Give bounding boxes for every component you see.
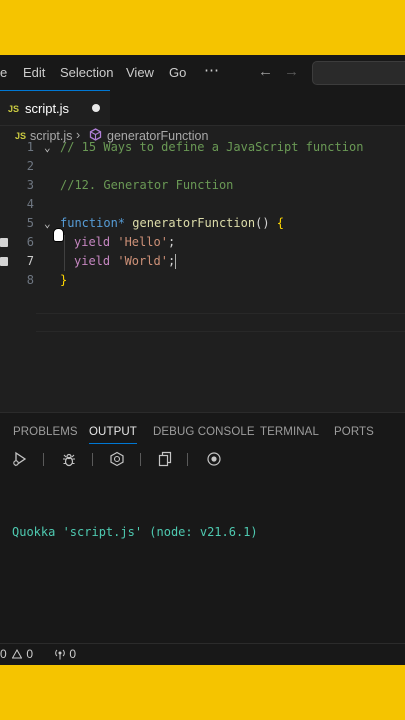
errors-indicator[interactable]: 0 0	[0, 647, 33, 661]
code-comment: // 15 Ways to define a JavaScript functi…	[60, 140, 364, 154]
vscode-window: e Edit Selection View Go ⋯ ← → JS script…	[0, 55, 405, 665]
code-editor[interactable]: 1 ⌄ // 15 Ways to define a JavaScript fu…	[0, 140, 405, 405]
mouse-pointer-icon	[53, 228, 64, 242]
line-number: 7	[26, 254, 34, 268]
unsaved-dot-icon[interactable]	[92, 104, 100, 112]
fold-chevron-icon[interactable]: ⌄	[44, 214, 51, 233]
tab-problems[interactable]: PROBLEMS	[13, 426, 78, 438]
status-bar: 0 0 0	[0, 643, 405, 665]
code-line[interactable]: 3 //12. Generator Function	[0, 176, 405, 195]
indent-guide	[64, 235, 65, 271]
title-bar: e Edit Selection View Go ⋯ ← →	[0, 55, 405, 90]
warning-count: 0	[26, 647, 34, 661]
code-line[interactable]: 4	[0, 195, 405, 214]
code-comment: //12. Generator Function	[60, 178, 234, 192]
line-number: 2	[26, 159, 34, 173]
close-brace: }	[60, 273, 68, 287]
editor-tab-bar: JS script.js	[0, 90, 405, 126]
ports-indicator[interactable]: 0	[54, 647, 76, 661]
text-cursor	[175, 254, 177, 269]
bottom-panel: PROBLEMS OUTPUT DEBUG CONSOLE TERMINAL P…	[0, 412, 405, 648]
parens: ()	[255, 216, 270, 230]
string-literal: 'Hello'	[117, 235, 168, 249]
toolbar-divider	[92, 453, 93, 466]
output-text: Quokka 'script.js' (node: v21.6.1)	[12, 525, 258, 539]
copy-icon[interactable]	[157, 451, 173, 470]
code-line[interactable]: 7 yield 'World';	[0, 252, 405, 271]
menu-edit[interactable]: Edit	[23, 65, 45, 80]
javascript-file-icon: JS	[8, 104, 20, 114]
tab-script-js[interactable]: JS script.js	[0, 90, 110, 125]
code-text: function* generatorFunction() {	[60, 214, 284, 233]
menu-selection[interactable]: Selection	[60, 65, 113, 80]
more-menu-icon[interactable]: ⋯	[204, 61, 219, 79]
line-number: 1	[26, 140, 34, 154]
tab-ports[interactable]: PORTS	[334, 426, 374, 438]
bug-icon[interactable]	[61, 451, 77, 470]
code-line[interactable]: 2	[0, 157, 405, 176]
keyword-function: function*	[60, 216, 126, 230]
menu-go[interactable]: Go	[169, 65, 186, 80]
function-name: generatorFunction	[132, 216, 256, 230]
tab-terminal[interactable]: TERMINAL	[260, 426, 319, 438]
keyword-yield: yield	[74, 235, 111, 249]
toolbar-divider	[43, 453, 44, 466]
run-debug-icon[interactable]	[12, 451, 28, 470]
ports-count: 0	[69, 647, 77, 661]
command-center-search[interactable]	[312, 61, 405, 85]
tab-debug-console[interactable]: DEBUG CONSOLE	[153, 426, 255, 438]
code-text: yield 'Hello';	[74, 233, 175, 252]
string-literal: 'World'	[117, 254, 168, 268]
toolbar-divider	[187, 453, 188, 466]
code-text: yield 'World';	[74, 252, 177, 271]
semicolon: ;	[167, 254, 176, 268]
line-number: 8	[26, 273, 34, 287]
menu-view[interactable]: View	[126, 65, 154, 80]
keyword-yield: yield	[74, 254, 111, 268]
coverage-icon[interactable]	[109, 451, 125, 470]
semicolon: ;	[167, 235, 176, 249]
warning-icon	[11, 648, 23, 659]
menu-file[interactable]: e	[0, 65, 7, 80]
broadcast-icon	[54, 648, 66, 660]
line-number: 5	[26, 216, 34, 230]
error-count: 0	[0, 647, 7, 661]
code-line[interactable]: 1 ⌄ // 15 Ways to define a JavaScript fu…	[0, 138, 405, 157]
open-brace: {	[276, 216, 285, 230]
tab-label: script.js	[25, 101, 70, 116]
line-number: 3	[26, 178, 34, 192]
line-number: 6	[26, 235, 34, 249]
line-number: 4	[26, 197, 34, 211]
toolbar-divider	[140, 453, 141, 466]
fold-chevron-icon[interactable]: ⌄	[44, 138, 51, 157]
tab-output[interactable]: OUTPUT	[89, 426, 137, 444]
code-line[interactable]: 8 }	[0, 271, 405, 290]
forward-arrow-icon[interactable]: →	[284, 63, 299, 80]
record-icon[interactable]	[206, 451, 222, 470]
current-line-highlight	[36, 313, 405, 332]
back-arrow-icon[interactable]: ←	[258, 63, 273, 80]
